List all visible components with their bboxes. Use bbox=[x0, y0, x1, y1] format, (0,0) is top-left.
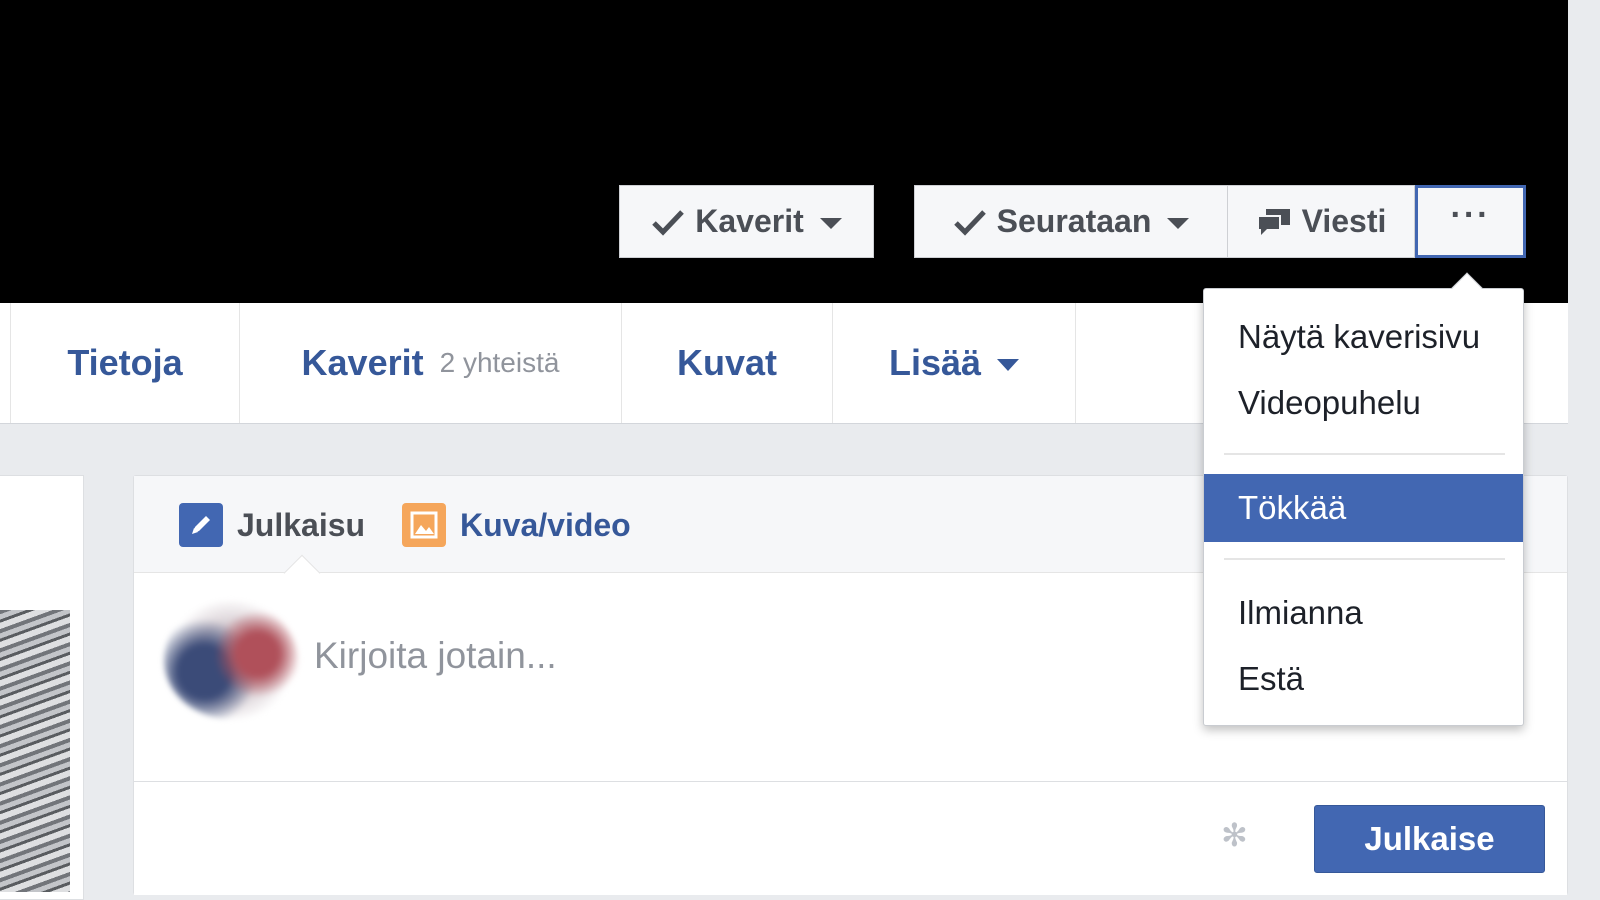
message-button-label: Viesti bbox=[1301, 203, 1387, 239]
publish-button[interactable]: Julkaise bbox=[1314, 805, 1545, 873]
tab-friends-label: Kaverit bbox=[301, 342, 424, 383]
caret-down-icon bbox=[1167, 218, 1190, 229]
pencil-icon bbox=[179, 503, 223, 547]
menu-item-report[interactable]: Ilmianna bbox=[1204, 579, 1523, 647]
tab-photo-video[interactable]: Kuva/video bbox=[402, 501, 631, 549]
left-photos-card bbox=[0, 475, 84, 900]
avatar[interactable] bbox=[164, 601, 298, 719]
tab-friends[interactable]: Kaverit 2 yhteistä bbox=[239, 303, 621, 423]
friends-button[interactable]: Kaverit bbox=[619, 185, 874, 258]
tab-about[interactable]: Tietoja bbox=[10, 303, 239, 423]
menu-item-block[interactable]: Estä bbox=[1204, 645, 1523, 713]
check-icon bbox=[953, 209, 986, 236]
tab-photos-label: Kuvat bbox=[676, 342, 778, 383]
menu-item-poke[interactable]: Tökkää bbox=[1204, 474, 1523, 542]
caret-down-icon bbox=[819, 218, 842, 229]
post-input[interactable] bbox=[314, 626, 1214, 686]
tab-photo-video-label: Kuva/video bbox=[460, 506, 631, 543]
tab-more[interactable]: Lisää bbox=[832, 303, 1076, 423]
menu-divider bbox=[1224, 558, 1505, 560]
message-icon bbox=[1256, 208, 1290, 235]
more-options-button[interactable]: ··· bbox=[1415, 185, 1526, 258]
menu-item-view-friendship[interactable]: Näytä kaverisivu bbox=[1204, 303, 1523, 371]
more-options-menu: Näytä kaverisivu Videopuhelu Tökkää Ilmi… bbox=[1203, 272, 1524, 726]
message-button[interactable]: Viesti bbox=[1227, 185, 1415, 258]
menu-divider bbox=[1224, 453, 1505, 455]
mutual-friends-count: 2 yhteistä bbox=[439, 347, 560, 378]
following-button-label: Seurataan bbox=[996, 203, 1152, 239]
photo-thumbnail[interactable] bbox=[0, 610, 70, 892]
gear-icon[interactable]: ✻ bbox=[1221, 819, 1248, 851]
menu-item-video-call[interactable]: Videopuhelu bbox=[1204, 369, 1523, 437]
photo-icon bbox=[402, 503, 446, 547]
more-dots-icon: ··· bbox=[1450, 195, 1491, 234]
tab-more-label: Lisää bbox=[888, 342, 982, 383]
cover-photo: Kaverit Seurataan Viesti ··· bbox=[0, 0, 1568, 303]
tab-about-label: Tietoja bbox=[67, 342, 183, 383]
check-icon bbox=[652, 209, 685, 236]
tab-post-label: Julkaisu bbox=[237, 506, 366, 543]
composer-footer: ✻ Julkaise bbox=[134, 781, 1567, 895]
friends-button-label: Kaverit bbox=[695, 203, 804, 239]
following-button[interactable]: Seurataan bbox=[914, 185, 1227, 258]
tab-photos[interactable]: Kuvat bbox=[621, 303, 832, 423]
tab-post[interactable]: Julkaisu bbox=[179, 501, 365, 549]
caret-down-icon bbox=[997, 359, 1020, 371]
